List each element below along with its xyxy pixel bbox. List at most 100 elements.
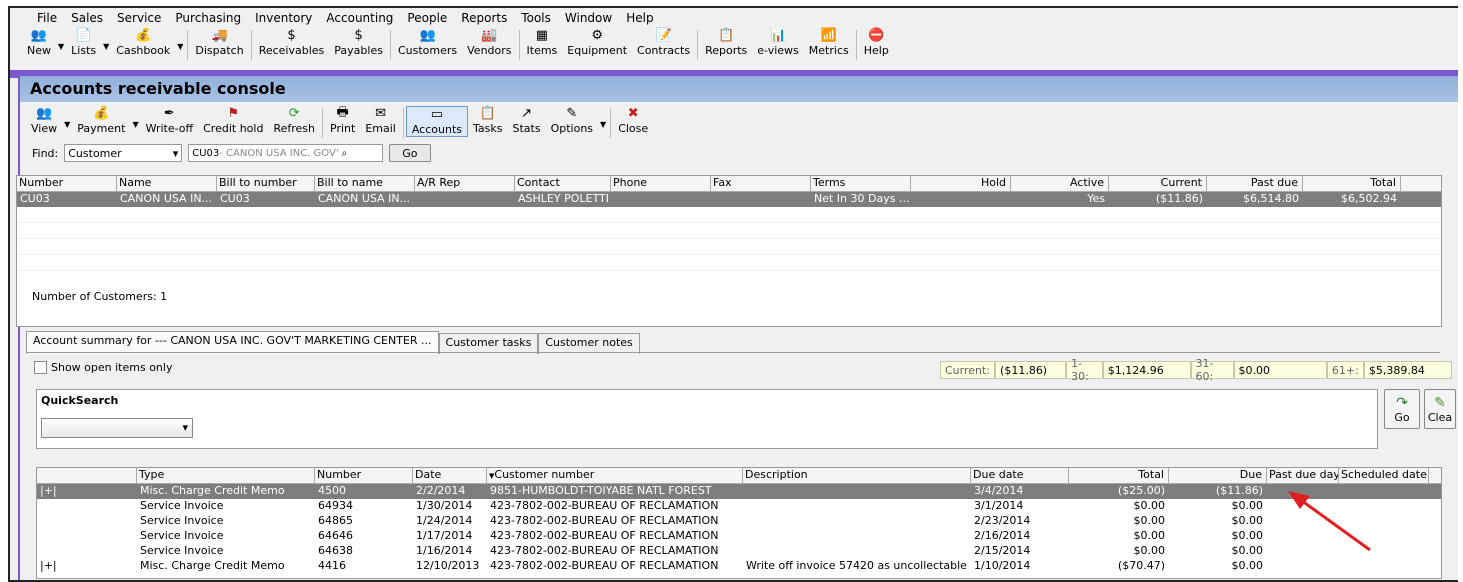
column-header[interactable]: Hold bbox=[911, 176, 1011, 191]
table-cell[interactable] bbox=[37, 544, 137, 559]
menu-service[interactable]: Service bbox=[110, 11, 168, 25]
tab-2[interactable]: Customer notes bbox=[538, 333, 640, 354]
column-header[interactable]: Phone bbox=[611, 176, 711, 191]
table-cell[interactable] bbox=[37, 529, 137, 544]
find-type-select[interactable]: Customer ▾ bbox=[64, 144, 183, 162]
tab-1[interactable]: Customer tasks bbox=[438, 333, 539, 354]
column-header[interactable]: Type bbox=[137, 468, 315, 483]
console-email-button[interactable]: ✉ Email bbox=[360, 106, 401, 135]
console-accounts-button[interactable]: ▭ Accounts bbox=[405, 106, 468, 137]
menu-tools[interactable]: Tools bbox=[514, 11, 558, 25]
console-payment-button[interactable]: 💰 Payment bbox=[72, 106, 130, 135]
console-refresh-button[interactable]: ⟳ Refresh bbox=[268, 106, 320, 135]
toolbar-eviews-button[interactable]: 📊 e-views bbox=[752, 28, 804, 57]
table-row[interactable]: Service Invoice 64638 1/16/2014 423-7802-00… bbox=[37, 544, 1441, 559]
column-header[interactable]: Due date bbox=[971, 468, 1069, 483]
column-header[interactable]: Past due days bbox=[1267, 468, 1339, 483]
menu-accounting[interactable]: Accounting bbox=[319, 11, 400, 25]
column-header[interactable]: ▼Customer number bbox=[487, 468, 743, 483]
menu-window[interactable]: Window bbox=[558, 11, 619, 25]
toolbar-reports-button[interactable]: 📋 Reports bbox=[700, 28, 752, 57]
column-header[interactable]: Date bbox=[413, 468, 487, 483]
table-row[interactable]: Service Invoice 64934 1/30/2014 423-7802-00… bbox=[37, 499, 1441, 514]
column-header[interactable]: Number bbox=[17, 176, 117, 191]
column-header[interactable]: Scheduled date bbox=[1339, 468, 1429, 483]
menu-people[interactable]: People bbox=[400, 11, 454, 25]
column-header[interactable]: Fax bbox=[711, 176, 811, 191]
toolbar-lists-button[interactable]: 📄 Lists bbox=[66, 28, 101, 57]
new-icon: 👥 bbox=[30, 28, 48, 43]
column-header[interactable]: Number bbox=[315, 468, 413, 483]
chevron-down-icon[interactable]: ▼ bbox=[103, 42, 109, 51]
aging-value: $1,124.96 bbox=[1102, 361, 1191, 379]
column-header[interactable]: Due bbox=[1169, 468, 1267, 483]
toolbar-contracts-button[interactable]: 📝 Contracts bbox=[632, 28, 695, 57]
column-header[interactable]: Name bbox=[117, 176, 217, 191]
table-cell[interactable]: |+| bbox=[37, 559, 137, 574]
column-header[interactable]: Current bbox=[1109, 176, 1207, 191]
column-header[interactable]: Contact bbox=[515, 176, 611, 191]
table-cell[interactable]: |+| bbox=[37, 484, 137, 499]
table-cell: Misc. Charge Credit Memo bbox=[140, 484, 285, 497]
console-close-button[interactable]: ✖ Close bbox=[613, 106, 653, 135]
column-header[interactable] bbox=[37, 468, 137, 483]
menu-sales[interactable]: Sales bbox=[64, 11, 110, 25]
table-cell[interactable] bbox=[37, 514, 137, 529]
toolbar-receivables-button[interactable]: $ Receivables bbox=[254, 28, 330, 57]
chevron-down-icon[interactable]: ▼ bbox=[177, 42, 183, 51]
chevron-down-icon[interactable]: ▼ bbox=[132, 120, 138, 129]
tab-0[interactable]: Account summary for --- CANON USA INC. G… bbox=[26, 331, 439, 354]
aging-label: 61+: bbox=[1326, 361, 1364, 379]
toolbar-vendors-button[interactable]: 🏭 Vendors bbox=[462, 28, 516, 57]
toolbar-metrics-button[interactable]: 📶 Metrics bbox=[804, 28, 854, 57]
toolbar-dispatch-button[interactable]: 🚚 Dispatch bbox=[190, 28, 248, 57]
console-view-button[interactable]: 👥 View bbox=[26, 106, 62, 135]
toolbar-help-button[interactable]: ⛔ Help bbox=[859, 28, 894, 57]
toolbar-customers-button[interactable]: 👥 Customers bbox=[393, 28, 462, 57]
chevron-down-icon[interactable]: ▼ bbox=[64, 120, 70, 129]
column-header[interactable]: Bill to number bbox=[217, 176, 315, 191]
table-cell[interactable] bbox=[37, 499, 137, 514]
toolbar-new-button[interactable]: 👥 New bbox=[22, 28, 56, 57]
column-header[interactable]: Terms bbox=[811, 176, 911, 191]
lookup-icon[interactable]: ⌕ bbox=[342, 148, 348, 159]
quicksearch-go-button[interactable]: ↷ Go bbox=[1384, 389, 1420, 429]
menu-inventory[interactable]: Inventory bbox=[248, 11, 319, 25]
show-open-checkbox[interactable]: Show open items only bbox=[34, 361, 172, 374]
console-options-button[interactable]: ✎ Options bbox=[546, 106, 598, 135]
menu-purchasing[interactable]: Purchasing bbox=[168, 11, 248, 25]
table-cell bbox=[743, 484, 971, 499]
column-header[interactable]: Total bbox=[1069, 468, 1169, 483]
column-header[interactable]: A/R Rep bbox=[415, 176, 515, 191]
console-print-button[interactable]: 🖶 Print bbox=[325, 105, 360, 136]
menu-file[interactable]: File bbox=[30, 11, 64, 25]
console-credithold-button[interactable]: ⚑ Credit hold bbox=[198, 106, 268, 135]
go-button[interactable]: Go bbox=[389, 144, 431, 162]
table-row[interactable]: Service Invoice 64865 1/24/2014 423-7802-00… bbox=[37, 514, 1441, 529]
menu-help[interactable]: Help bbox=[619, 11, 660, 25]
toolbar-equipment-button[interactable]: ⚙ Equipment bbox=[562, 28, 632, 57]
column-header[interactable]: Description bbox=[743, 468, 971, 483]
toolbar-payables-button[interactable]: $ Payables bbox=[329, 28, 388, 57]
table-row[interactable]: CU03 CANON USA IN... CU03 CANON USA IN... AS… bbox=[17, 192, 1441, 207]
console-tasks-button[interactable]: 📋 Tasks bbox=[468, 106, 507, 135]
console-writeoff-button[interactable]: ✒ Write-off bbox=[141, 106, 199, 135]
table-row[interactable]: Service Invoice 64646 1/17/2014 423-7802-00… bbox=[37, 529, 1441, 544]
toolbar-cashbook-button[interactable]: 💰 Cashbook bbox=[111, 28, 175, 57]
menu-reports[interactable]: Reports bbox=[454, 11, 514, 25]
table-row[interactable]: |+| Misc. Charge Credit Memo 4500 2/2/2014 9… bbox=[37, 484, 1441, 499]
column-header[interactable]: Active bbox=[1011, 176, 1109, 191]
column-header[interactable]: Bill to name bbox=[315, 176, 415, 191]
find-input[interactable]: CU03 - CANON USA INC. GOV' ⌕ bbox=[188, 144, 384, 162]
column-header[interactable]: Total bbox=[1303, 176, 1401, 191]
toolbar-items-button[interactable]: ▦ Items bbox=[522, 28, 563, 57]
chevron-down-icon[interactable]: ▼ bbox=[600, 120, 606, 129]
checkbox-box[interactable] bbox=[34, 361, 47, 374]
table-cell bbox=[743, 499, 971, 514]
column-header[interactable]: Past due bbox=[1207, 176, 1303, 191]
table-row[interactable]: |+| Misc. Charge Credit Memo 4416 12/10/201… bbox=[37, 559, 1441, 574]
quicksearch-clear-button[interactable]: ✎ Clea bbox=[1424, 389, 1456, 429]
chevron-down-icon[interactable]: ▼ bbox=[58, 42, 64, 51]
quicksearch-select[interactable]: ▾ bbox=[41, 418, 193, 438]
console-stats-button[interactable]: ↗ Stats bbox=[507, 106, 545, 135]
